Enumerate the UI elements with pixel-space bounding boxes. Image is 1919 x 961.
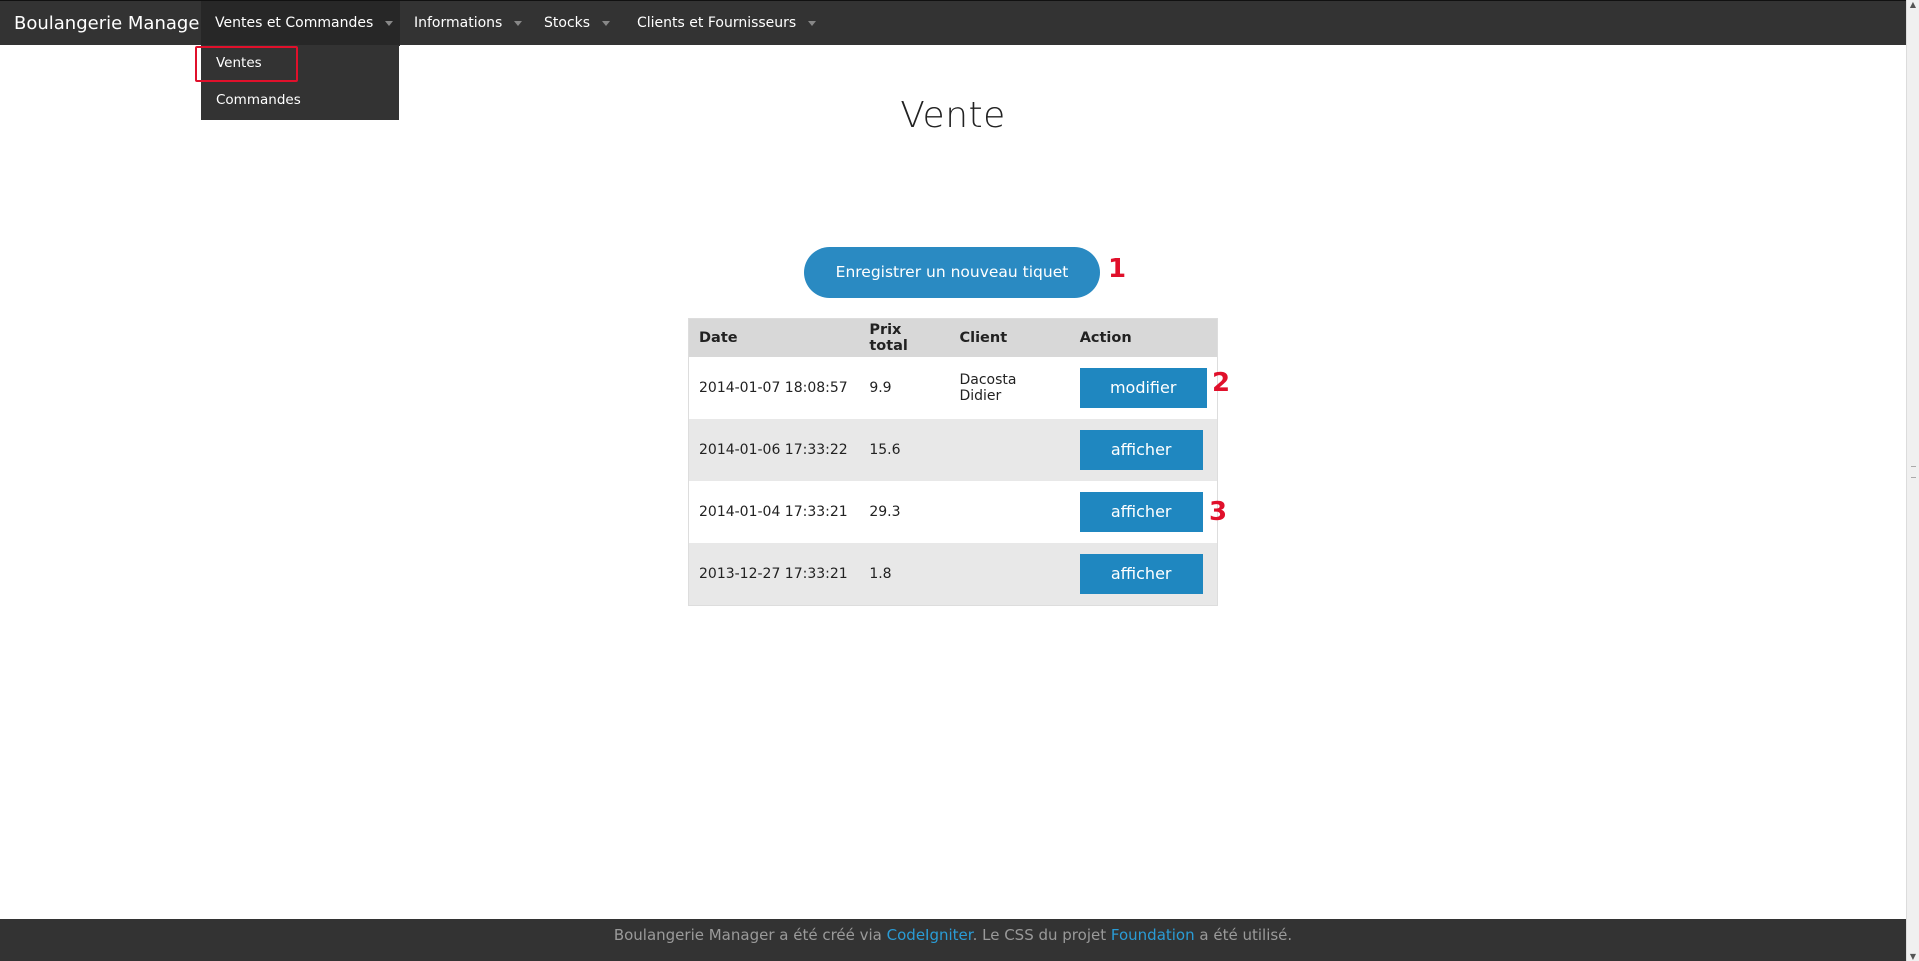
- foundation-link[interactable]: Foundation: [1111, 926, 1195, 944]
- annotation-marker-2: 2: [1212, 368, 1231, 398]
- codeigniter-link[interactable]: CodeIgniter: [887, 926, 973, 944]
- cell-total: 15.6: [859, 419, 950, 481]
- footer-text: a été utilisé.: [1199, 926, 1293, 944]
- cell-date: 2014-01-07 18:08:57: [688, 357, 860, 419]
- cell-client: Dacosta Didier: [949, 357, 1070, 419]
- modifier-button[interactable]: modifier: [1079, 368, 1207, 408]
- nav-stocks[interactable]: Stocks: [530, 1, 623, 46]
- nav-label: Clients et Fournisseurs: [637, 15, 797, 31]
- cell-client: [949, 419, 1070, 481]
- nav-label: Informations: [414, 15, 503, 31]
- cell-total: 9.9: [859, 357, 950, 419]
- caret-down-icon: [808, 20, 817, 26]
- scroll-up-arrow-icon[interactable]: ▲: [1907, 0, 1919, 9]
- footer-credits: Boulangerie Manager a été créé via CodeI…: [0, 926, 1906, 944]
- annotation-marker-3: 3: [1209, 497, 1228, 527]
- cell-action: modifier: [1069, 357, 1218, 419]
- top-navbar: Boulangerie Manager Ventes et Commandes …: [0, 0, 1906, 46]
- nav-label: Ventes et Commandes: [215, 15, 374, 31]
- vertical-scrollbar[interactable]: ▲ ▼: [1906, 0, 1919, 961]
- annotation-marker-1: 1: [1108, 254, 1127, 284]
- cell-action: afficher: [1069, 481, 1218, 543]
- cell-date: 2013-12-27 17:33:21: [688, 543, 860, 606]
- page-title: Vente: [900, 95, 1006, 136]
- afficher-button[interactable]: afficher: [1079, 430, 1203, 470]
- cell-date: 2014-01-06 17:33:22: [688, 419, 860, 481]
- nav-informations[interactable]: Informations: [400, 1, 530, 46]
- footer-text: Boulangerie Manager a été créé via: [613, 926, 882, 944]
- table-row: 2014-01-06 17:33:22 15.6 afficher: [688, 419, 1218, 481]
- column-header-client: Client: [949, 318, 1070, 357]
- column-header-action: Action: [1069, 318, 1218, 357]
- cell-total: 1.8: [859, 543, 950, 606]
- afficher-button[interactable]: afficher: [1079, 554, 1203, 594]
- nav-ventes-et-commandes[interactable]: Ventes et Commandes: [201, 1, 400, 46]
- caret-down-icon: [602, 20, 611, 26]
- caret-down-icon: [385, 20, 394, 26]
- table-header-row: Date Prix total Client Action: [688, 318, 1218, 357]
- footer: Boulangerie Manager a été créé via CodeI…: [0, 919, 1906, 961]
- brand-title[interactable]: Boulangerie Manager: [14, 1, 207, 46]
- caret-down-icon: [514, 20, 523, 26]
- table-row: 2013-12-27 17:33:21 1.8 afficher: [688, 543, 1218, 606]
- scroll-grip-icon[interactable]: [1911, 466, 1916, 478]
- scroll-down-arrow-icon[interactable]: ▼: [1907, 952, 1919, 961]
- cell-client: [949, 481, 1070, 543]
- cell-action: afficher: [1069, 543, 1218, 606]
- afficher-button[interactable]: afficher: [1079, 492, 1203, 532]
- table-row: 2014-01-07 18:08:57 9.9 Dacosta Didier m…: [688, 357, 1218, 419]
- column-header-prix-total: Prix total: [859, 318, 950, 357]
- cell-action: afficher: [1069, 419, 1218, 481]
- nav-clients-et-fournisseurs[interactable]: Clients et Fournisseurs: [623, 1, 819, 46]
- table-row: 2014-01-04 17:33:21 29.3 afficher: [688, 481, 1218, 543]
- cell-date: 2014-01-04 17:33:21: [688, 481, 860, 543]
- nav-label: Stocks: [544, 15, 591, 31]
- new-ticket-button[interactable]: Enregistrer un nouveau tiquet: [804, 247, 1100, 298]
- sales-table: Date Prix total Client Action 2014-01-07…: [688, 318, 1218, 606]
- cell-total: 29.3: [859, 481, 950, 543]
- footer-text: . Le CSS du projet: [972, 926, 1107, 944]
- cell-client: [949, 543, 1070, 606]
- highlight-annotation-box: [195, 46, 298, 82]
- column-header-date: Date: [688, 318, 860, 357]
